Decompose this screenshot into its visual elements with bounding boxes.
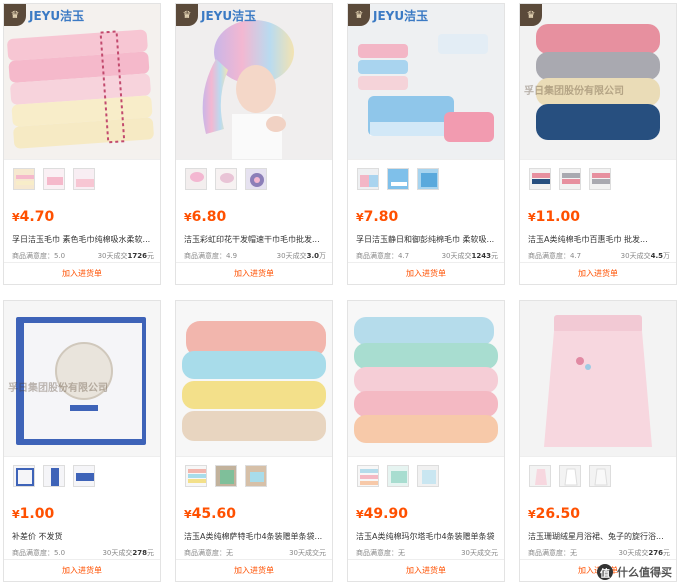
thumbnail[interactable] <box>215 465 237 487</box>
product-title[interactable]: 洁玉A类纯棉毛巾百惠毛巾 批发... <box>520 232 676 248</box>
colored-towels-image <box>348 4 504 159</box>
thumbnail[interactable] <box>245 465 267 487</box>
thumbnail[interactable] <box>73 465 95 487</box>
thumbnail[interactable] <box>589 465 611 487</box>
thumbnail-row <box>176 457 332 493</box>
brand-logo-icon: ♛ <box>4 4 26 26</box>
product-grid: ♛ JEYU洁玉 ¥4.70 孚日洁玉毛巾 素色毛巾纯棉吸水柔软... 商品满意… <box>3 3 677 582</box>
product-price: ¥26.50 <box>528 506 580 522</box>
thumbnail-row <box>520 160 676 196</box>
product-card[interactable]: 孚日集团股份有限公司 ♛ ¥11.00 洁玉A类纯棉毛巾百惠毛巾 批发... 商… <box>519 3 677 285</box>
stacked-towels-image <box>348 301 504 456</box>
brand-badge: ♛ JEYU洁玉 <box>4 4 88 26</box>
stacked-towels-image <box>4 4 160 159</box>
thumbnail[interactable] <box>559 465 581 487</box>
brand-logo-icon: ♛ <box>520 4 542 26</box>
thumbnail[interactable] <box>73 168 95 190</box>
hair-cap-image <box>176 4 332 159</box>
add-to-cart-button[interactable]: 加入进货单 <box>520 262 676 284</box>
thumbnail[interactable] <box>357 465 379 487</box>
product-card[interactable]: ♛ JEYU洁玉 ¥6.80 洁玉彩虹印花干发帽速干巾毛巾批发... 商品满意度… <box>175 3 333 285</box>
thumbnail[interactable] <box>417 168 439 190</box>
brand-badge: ♛ JEYU洁玉 <box>348 4 432 26</box>
site-watermark: 值 什么值得买 <box>597 564 672 580</box>
product-image[interactable]: ♛ JEYU洁玉 <box>4 4 160 160</box>
image-watermark-text: 孚日集团股份有限公司 <box>8 383 108 394</box>
product-card[interactable]: 孚日集团股份有限公司 ¥1.00 补差价 不发货 商品满意度：5.0 30天成交… <box>3 300 161 582</box>
product-image[interactable]: ♛ JEYU洁玉 <box>176 4 332 160</box>
product-title[interactable]: 洁玉珊瑚绒星月浴裙、兔子的旋行浴... <box>520 529 676 545</box>
product-title[interactable]: 洁玉A类纯棉萨特毛巾4条装赠单条袋... <box>176 529 332 545</box>
thumbnail-row <box>4 160 160 196</box>
product-card[interactable]: ¥49.90 洁玉A类纯棉玛尔塔毛巾4条装赠单条袋 商品满意度：无 30天成交元… <box>347 300 505 582</box>
add-to-cart-button[interactable]: 加入进货单 <box>176 262 332 284</box>
thumbnail[interactable] <box>13 465 35 487</box>
add-to-cart-button[interactable]: 加入进货单 <box>348 262 504 284</box>
product-title[interactable]: 孚日洁玉毛巾 素色毛巾纯棉吸水柔软... <box>4 232 160 248</box>
thumbnail[interactable] <box>13 168 35 190</box>
thumbnail-row <box>348 457 504 493</box>
product-image[interactable]: 孚日集团股份有限公司 <box>4 301 160 457</box>
product-price: ¥4.70 <box>12 209 55 225</box>
product-card[interactable]: ♛ JEYU洁玉 ¥7.80 孚日洁玉静日和御彭纯棉毛巾 柔软吸... 商品满意… <box>347 3 505 285</box>
product-card[interactable]: ¥45.60 洁玉A类纯棉萨特毛巾4条装赠单条袋... 商品满意度：无 30天成… <box>175 300 333 582</box>
brand-text: JEYU洁玉 <box>29 8 85 23</box>
product-card[interactable]: ¥26.50 洁玉珊瑚绒星月浴裙、兔子的旋行浴... 商品满意度：无 30天成交… <box>519 300 677 582</box>
thumbnail-row <box>4 457 160 493</box>
thumbnail[interactable] <box>43 465 65 487</box>
product-title[interactable]: 洁玉A类纯棉玛尔塔毛巾4条装赠单条袋 <box>348 529 504 545</box>
add-to-cart-button[interactable]: 加入进货单 <box>348 559 504 581</box>
product-image[interactable] <box>520 301 676 457</box>
bath-skirt-image <box>520 301 676 456</box>
product-price: ¥45.60 <box>184 506 236 522</box>
thumbnail[interactable] <box>43 168 65 190</box>
product-price: ¥7.80 <box>356 209 399 225</box>
product-image[interactable]: 孚日集团股份有限公司 ♛ <box>520 4 676 160</box>
product-image[interactable] <box>176 301 332 457</box>
thumbnail[interactable] <box>185 168 207 190</box>
thumbnail[interactable] <box>559 168 581 190</box>
image-watermark-text: 孚日集团股份有限公司 <box>524 86 624 97</box>
thumbnail[interactable] <box>387 168 409 190</box>
thumbnail-row <box>176 160 332 196</box>
product-title[interactable]: 补差价 不发货 <box>4 529 160 545</box>
thumbnail-row <box>520 457 676 493</box>
thumbnail[interactable] <box>417 465 439 487</box>
product-title[interactable]: 洁玉彩虹印花干发帽速干巾毛巾批发... <box>176 232 332 248</box>
thumbnail-row <box>348 160 504 196</box>
brand-logo-icon: ♛ <box>176 4 198 26</box>
add-to-cart-button[interactable]: 加入进货单 <box>4 262 160 284</box>
thumbnail[interactable] <box>387 465 409 487</box>
thumbnail[interactable] <box>529 168 551 190</box>
pastel-towels-image <box>176 301 332 456</box>
brand-badge: ♛ JEYU洁玉 <box>176 4 260 26</box>
watermark-logo-icon: 值 <box>597 564 613 580</box>
thumbnail[interactable] <box>529 465 551 487</box>
thumbnail[interactable] <box>185 465 207 487</box>
add-to-cart-button[interactable]: 加入进货单 <box>4 559 160 581</box>
product-price: ¥49.90 <box>356 506 408 522</box>
product-price: ¥1.00 <box>12 506 55 522</box>
thumbnail[interactable] <box>215 168 237 190</box>
product-title[interactable]: 孚日洁玉静日和御彭纯棉毛巾 柔软吸... <box>348 232 504 248</box>
thumbnail[interactable] <box>589 168 611 190</box>
add-to-cart-button[interactable]: 加入进货单 <box>176 559 332 581</box>
thumbnail[interactable] <box>245 168 267 190</box>
product-card[interactable]: ♛ JEYU洁玉 ¥4.70 孚日洁玉毛巾 素色毛巾纯棉吸水柔软... 商品满意… <box>3 3 161 285</box>
thumbnail[interactable] <box>357 168 379 190</box>
product-price: ¥11.00 <box>528 209 580 225</box>
product-image[interactable] <box>348 301 504 457</box>
product-image[interactable]: ♛ JEYU洁玉 <box>348 4 504 160</box>
brand-logo-icon: ♛ <box>348 4 370 26</box>
product-price: ¥6.80 <box>184 209 227 225</box>
brand-badge: ♛ <box>520 4 546 26</box>
